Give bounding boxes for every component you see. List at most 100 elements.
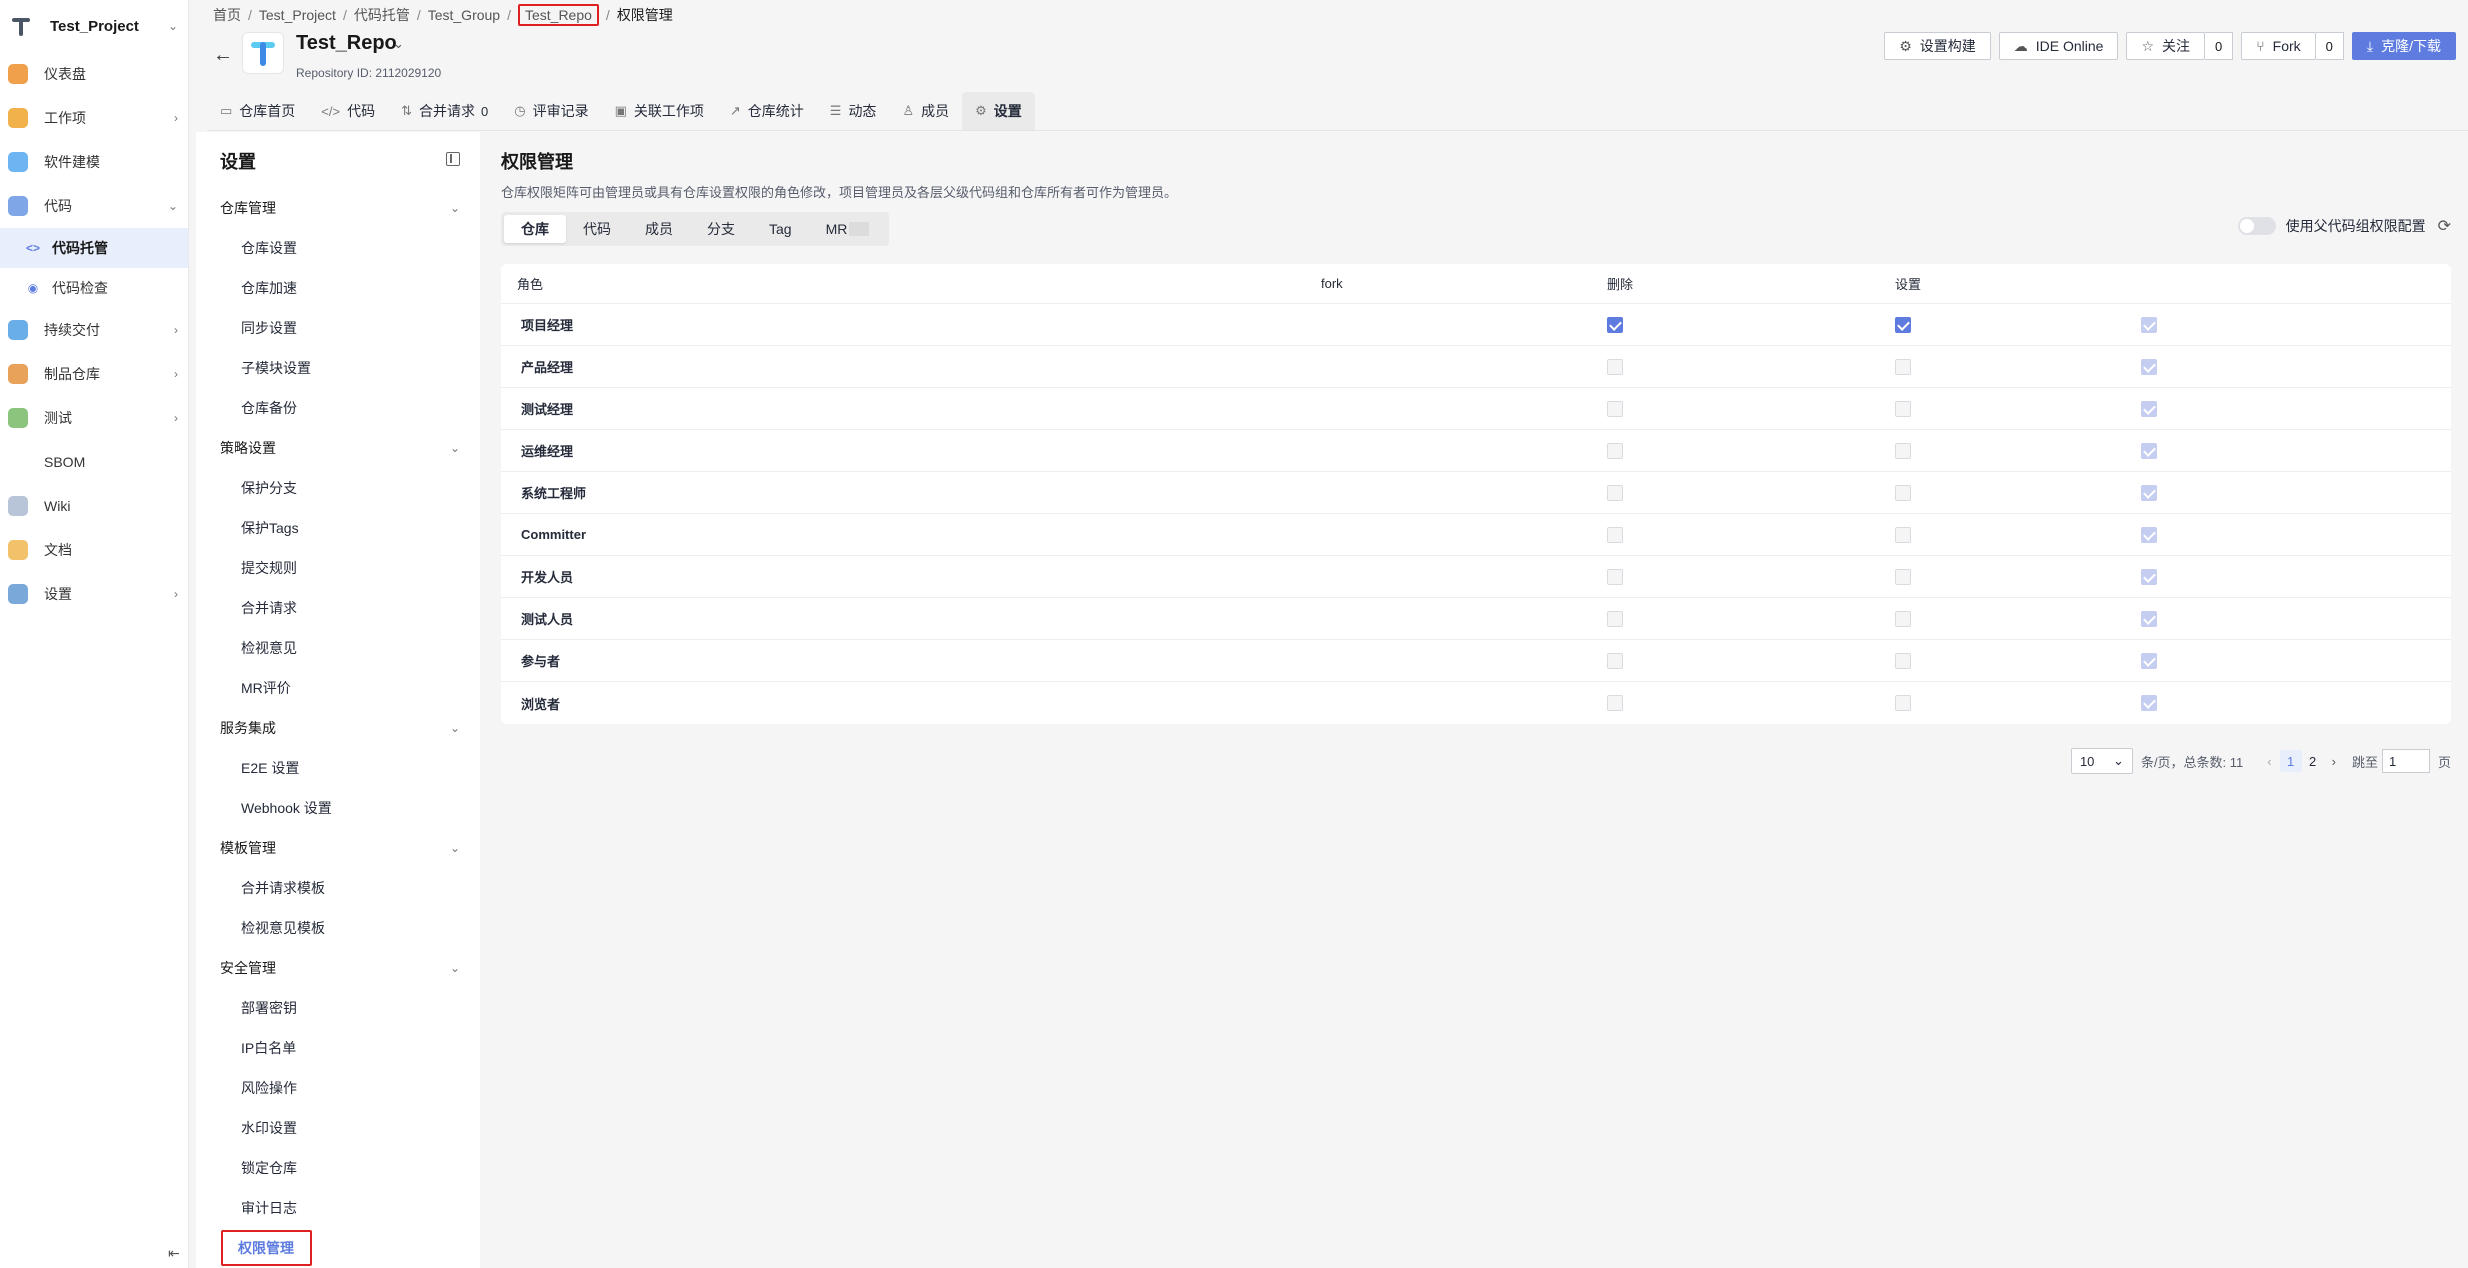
parent-config-toggle[interactable]	[2237, 217, 2276, 235]
nav-item-label: 文档	[44, 542, 72, 558]
subtab-1[interactable]: 代码	[566, 215, 628, 243]
breadcrumb-item[interactable]: Test_Group	[428, 7, 500, 23]
settings-group[interactable]: 策略设置 ⌄	[196, 428, 480, 468]
settings-item[interactable]: 合并请求模板	[196, 868, 480, 908]
watch-count[interactable]: 0	[2205, 32, 2234, 60]
nav-item-items2-0[interactable]: 持续交付 ›	[0, 308, 188, 352]
tab-3[interactable]: ◷ 评审记录	[501, 92, 601, 130]
breadcrumb-item[interactable]: 首页	[213, 5, 241, 25]
subtab-4[interactable]: Tag	[752, 215, 809, 243]
fork-count[interactable]: 0	[2315, 32, 2344, 60]
clone-download-button[interactable]: ⤓ 克隆/下载	[2351, 32, 2456, 60]
nav-subitem-1[interactable]: ◉ 代码检查	[0, 268, 188, 308]
breadcrumb-item[interactable]: Test_Project	[259, 7, 336, 23]
jump-page-input[interactable]: 1	[2381, 749, 2430, 773]
settings-item[interactable]: IP白名单	[196, 1028, 480, 1068]
refresh-icon[interactable]: ⟳	[2438, 216, 2451, 236]
settings-group[interactable]: 安全管理 ⌄	[196, 948, 480, 988]
role-name: 测试人员	[521, 612, 574, 627]
subtab-2[interactable]: 成员	[628, 215, 690, 243]
settings-item[interactable]: 检视意见	[196, 628, 480, 668]
settings-item[interactable]: 水印设置	[196, 1108, 480, 1148]
fork-button[interactable]: ⑂ Fork	[2241, 32, 2316, 60]
settings-item[interactable]: 部署密钥	[196, 988, 480, 1028]
subtab-3[interactable]: 分支	[690, 215, 752, 243]
breadcrumb-item[interactable]: Test_Repo	[517, 4, 599, 26]
settings-group[interactable]: 仓库管理 ⌄	[196, 188, 480, 228]
nav-item-items-2[interactable]: 软件建模	[0, 140, 188, 184]
tab-label: 仓库首页	[239, 103, 296, 119]
subtab-label: 成员	[645, 221, 673, 237]
tab-6[interactable]: ☰ 动态	[817, 92, 890, 130]
nav-item-items2-5[interactable]: 文档	[0, 528, 188, 572]
nav-item-items2-6[interactable]: 设置 ›	[0, 572, 188, 616]
tab-2[interactable]: ⇅ 合并请求 0	[388, 92, 501, 130]
nav-subitem-label: 代码托管	[52, 240, 108, 256]
nav-item-items2-4[interactable]: Wiki	[0, 484, 188, 528]
settings-item[interactable]: Webhook 设置	[196, 788, 480, 828]
tab-8[interactable]: ⚙ 设置	[962, 92, 1035, 130]
tab-0[interactable]: ▭ 仓库首页	[207, 92, 308, 130]
settings-item-label: E2E 设置	[241, 760, 300, 776]
settings-item[interactable]: 同步设置	[196, 308, 480, 348]
settings-group[interactable]: 模板管理 ⌄	[196, 828, 480, 868]
subtab-5[interactable]: MR	[809, 215, 887, 243]
watch-button[interactable]: ☆ 关注	[2126, 32, 2206, 60]
nav-item-items-0[interactable]: 仪表盘	[0, 52, 188, 96]
chevron-icon: ›	[174, 587, 178, 601]
breadcrumb-item: 权限管理	[616, 7, 673, 23]
next-page-icon[interactable]: ›	[2332, 754, 2336, 769]
settings-item[interactable]: 保护Tags	[196, 508, 480, 548]
page-title: 权限管理	[501, 152, 573, 172]
settings-item[interactable]: 权限管理	[196, 1228, 480, 1268]
settings-item[interactable]: E2E 设置	[196, 748, 480, 788]
settings-item[interactable]: 仓库加速	[196, 268, 480, 308]
settings-item[interactable]: 合并请求	[196, 588, 480, 628]
nav-subitem-0[interactable]: <> 代码托管	[0, 228, 188, 268]
collapse-panel-icon[interactable]	[446, 152, 460, 166]
settings-item-label: 水印设置	[241, 1120, 297, 1136]
tab-7[interactable]: ♙ 成员	[889, 92, 962, 130]
nav-item-items2-2[interactable]: 测试 ›	[0, 396, 188, 440]
checkbox-settings[interactable]	[1895, 316, 1911, 333]
settings-item[interactable]: 审计日志	[196, 1188, 480, 1228]
wiki-icon	[8, 496, 28, 516]
settings-item[interactable]: 仓库设置	[196, 228, 480, 268]
settings-item[interactable]: MR评价	[196, 668, 480, 708]
nav-item-items2-1[interactable]: 制品仓库 ›	[0, 352, 188, 396]
settings-item[interactable]: 风险操作	[196, 1068, 480, 1108]
settings-item[interactable]: 锁定仓库	[196, 1148, 480, 1188]
nav-item-items-1[interactable]: 工作项 ›	[0, 96, 188, 140]
nav-item-items-3[interactable]: 代码 ⌄	[0, 184, 188, 228]
tab-4[interactable]: ▣ 关联工作项	[602, 92, 717, 130]
repo-name[interactable]: Test_Repo	[296, 32, 397, 55]
breadcrumb-item[interactable]: 代码托管	[354, 5, 410, 25]
settings-group[interactable]: 服务集成 ⌄	[196, 708, 480, 748]
chevron-icon: ›	[174, 323, 178, 337]
checkbox-delete	[1607, 358, 1623, 375]
checkbox-delete[interactable]	[1607, 316, 1623, 333]
back-arrow-icon[interactable]: ←	[213, 44, 233, 67]
toggle-label: 使用父代码组权限配置	[2285, 218, 2426, 234]
chevron-down-icon[interactable]: ⌄	[393, 36, 404, 52]
page-2[interactable]: 2	[2302, 750, 2324, 772]
settings-group-label: 仓库管理	[220, 200, 276, 216]
subtab-0[interactable]: 仓库	[504, 215, 566, 243]
table-row: 参与者	[501, 640, 2451, 682]
tab-1[interactable]: </> 代码	[308, 92, 388, 130]
settings-item[interactable]: 子模块设置	[196, 348, 480, 388]
tab-5[interactable]: ↗ 仓库统计	[717, 92, 817, 130]
settings-item[interactable]: 仓库备份	[196, 388, 480, 428]
settings-item[interactable]: 保护分支	[196, 468, 480, 508]
settings-item[interactable]: 提交规则	[196, 548, 480, 588]
page-size-select[interactable]: 10 ⌄	[2070, 748, 2133, 774]
collapse-nav-icon[interactable]: ⇤	[168, 1245, 180, 1262]
settings-item[interactable]: 检视意见模板	[196, 908, 480, 948]
nav-item-items2-3[interactable]: SBOM	[0, 440, 188, 484]
setup-build-button[interactable]: ⚙ 设置构建	[1884, 32, 1991, 60]
project-switcher[interactable]: Test_Project ⌄	[0, 0, 188, 52]
ide-online-button[interactable]: ☁ IDE Online	[1998, 32, 2119, 60]
prev-page-icon[interactable]: ‹	[2267, 754, 2271, 769]
page-1[interactable]: 1	[2279, 750, 2302, 772]
jump-label: 跳至	[2351, 754, 2378, 770]
